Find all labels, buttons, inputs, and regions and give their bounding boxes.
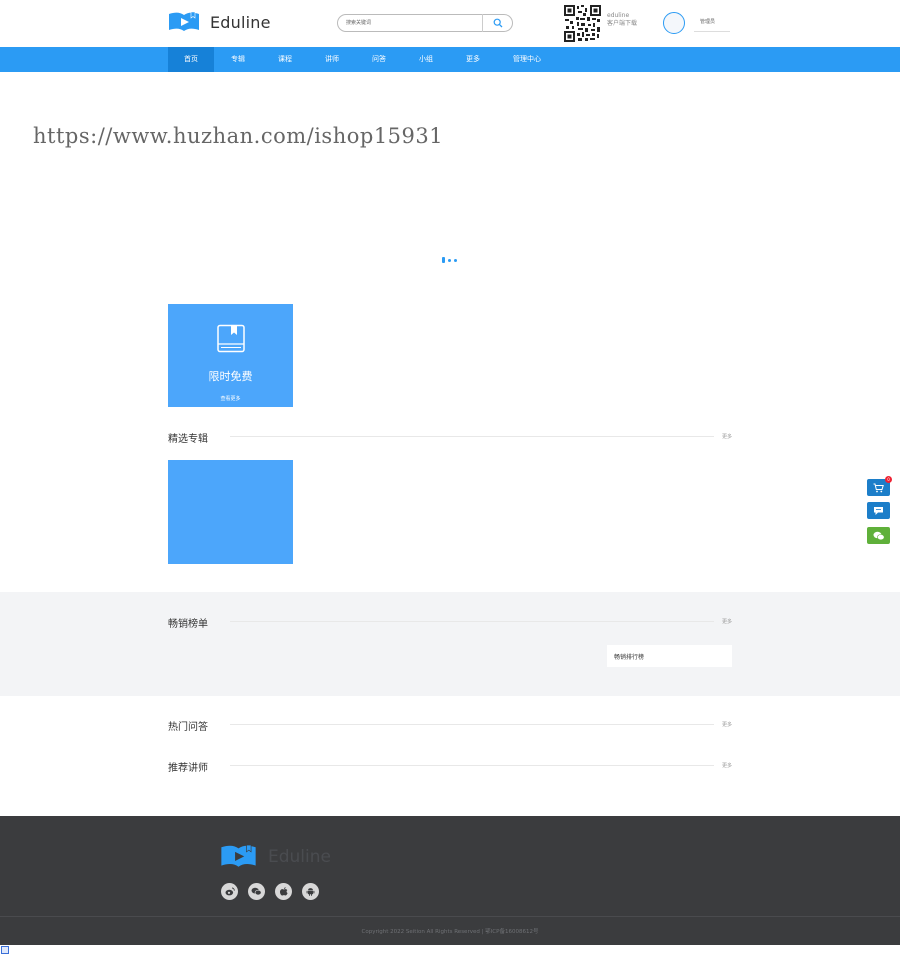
site-footer: Eduline Copyright 2022 Seition All Right… <box>0 816 900 945</box>
cart-count-badge: 0 <box>885 476 892 483</box>
page-corner-icon[interactable] <box>1 946 9 954</box>
section-divider <box>230 436 714 437</box>
chat-bubble-icon <box>874 506 883 515</box>
nav-item-courses[interactable]: 课程 <box>270 47 300 72</box>
nav-item-teachers[interactable]: 讲师 <box>317 47 347 72</box>
app-download-text: eduline 客户端下载 <box>607 12 637 28</box>
ios-app-link[interactable] <box>275 883 292 900</box>
nav-item-albums[interactable]: 专辑 <box>223 47 253 72</box>
section-qa-header: 热门问答 更多 <box>168 718 732 733</box>
loader-dot <box>454 258 457 262</box>
avatar[interactable] <box>663 12 685 34</box>
float-wechat-button[interactable] <box>867 527 890 544</box>
main-nav: 首页 专辑 课程 讲师 问答 小组 更多 管理中心 <box>0 47 900 72</box>
bestseller-band <box>0 592 900 696</box>
section-divider <box>230 765 714 766</box>
nav-item-groups[interactable]: 小组 <box>411 47 441 72</box>
cart-icon <box>873 483 884 492</box>
section-bestseller-header: 畅销榜单 更多 <box>168 615 732 630</box>
app-download-label[interactable]: 客户端下载 <box>607 20 637 28</box>
qr-code-icon <box>564 5 601 42</box>
weibo-icon <box>225 887 235 896</box>
weibo-link[interactable] <box>221 883 238 900</box>
copyright-text: Copyright 2022 Seition All Rights Reserv… <box>361 929 539 935</box>
float-cart-button[interactable]: 0 <box>867 476 892 496</box>
loader-bar <box>442 257 445 263</box>
android-icon <box>306 888 315 896</box>
nav-item-admin[interactable]: 管理中心 <box>505 47 549 72</box>
loader-dot <box>448 258 451 262</box>
nav-items: 首页 专辑 课程 讲师 问答 小组 更多 管理中心 <box>168 47 566 72</box>
section-albums-header: 精选专辑 更多 <box>168 430 732 445</box>
book-icon <box>216 324 246 357</box>
footer-logo[interactable]: Eduline <box>220 845 331 869</box>
watermark-url: https://www.huzhan.com/ishop15931 <box>33 124 444 148</box>
nav-item-more[interactable]: 更多 <box>458 47 488 72</box>
section-bestseller-more-link[interactable]: 更多 <box>722 618 732 625</box>
social-links <box>221 883 319 900</box>
search-button[interactable] <box>482 14 512 32</box>
book-play-logo-icon <box>169 12 199 31</box>
section-bestseller-title: 畅销榜单 <box>168 619 208 630</box>
footer-logo-text: Eduline <box>268 847 331 867</box>
float-message-button[interactable] <box>867 502 890 519</box>
site-logo[interactable]: Eduline <box>168 12 271 33</box>
loading-indicator <box>442 257 457 263</box>
free-card-title: 限时免费 <box>208 370 253 383</box>
search-input[interactable] <box>346 17 481 29</box>
nav-item-home[interactable]: 首页 <box>168 47 214 72</box>
logo-text: Eduline <box>210 13 271 32</box>
free-card-view-more[interactable]: 查看更多 <box>168 395 293 402</box>
apple-icon <box>279 887 288 896</box>
wechat-link[interactable] <box>248 883 265 900</box>
section-teachers-title: 推荐讲师 <box>168 763 208 774</box>
rank-box-label: 畅销排行榜 <box>614 654 645 661</box>
album-card[interactable] <box>168 460 293 564</box>
app-name: eduline <box>607 12 630 19</box>
site-header: Eduline eduline 客户端下载 <box>0 0 900 47</box>
footer-divider <box>0 916 900 917</box>
section-albums-more-link[interactable]: 更多 <box>722 433 732 440</box>
user-underline <box>694 31 730 32</box>
bestseller-rank-box[interactable]: 畅销排行榜 <box>607 645 732 667</box>
section-teachers-header: 推荐讲师 更多 <box>168 759 732 774</box>
section-albums-title: 精选专辑 <box>168 434 208 445</box>
user-name[interactable]: 管理员 <box>700 18 715 25</box>
nav-item-qa[interactable]: 问答 <box>364 47 394 72</box>
section-qa-more-link[interactable]: 更多 <box>722 721 732 728</box>
section-divider <box>230 724 714 725</box>
section-divider <box>230 621 714 622</box>
android-app-link[interactable] <box>302 883 319 900</box>
book-play-logo-icon <box>221 845 256 867</box>
section-teachers-more-link[interactable]: 更多 <box>722 762 732 769</box>
search-icon <box>493 18 502 28</box>
free-courses-card[interactable]: 限时免费 查看更多 <box>168 304 293 407</box>
wechat-icon <box>873 531 885 540</box>
section-qa-title: 热门问答 <box>168 722 208 733</box>
search-box <box>337 14 513 32</box>
wechat-icon <box>251 887 262 896</box>
